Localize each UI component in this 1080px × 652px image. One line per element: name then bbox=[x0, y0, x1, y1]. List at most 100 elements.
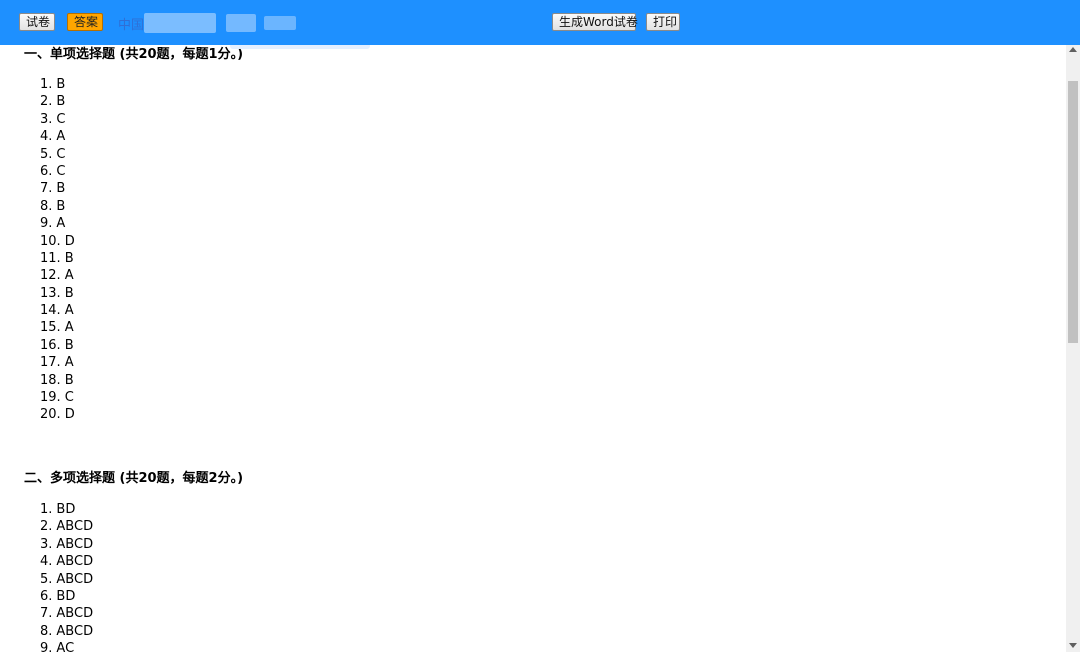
answer-value: ABCD bbox=[56, 606, 94, 622]
answer-number: 3. bbox=[40, 536, 53, 552]
answer-number: 6. bbox=[40, 588, 53, 604]
answer-value: B bbox=[56, 198, 66, 214]
answer-value: A bbox=[56, 129, 66, 145]
multiple-choice-answer-list: 1. BD 2. ABCD 3. ABCD 4. ABCD 5. ABCD 6. BD 7. ABCD 8.… bbox=[40, 501, 93, 652]
answer-item: 16. B bbox=[40, 337, 75, 354]
answer-number: 20. bbox=[40, 407, 61, 423]
scroll-down-arrow-icon[interactable] bbox=[1069, 643, 1077, 648]
answer-number: 8. bbox=[40, 623, 53, 639]
answer-number: 2. bbox=[40, 519, 53, 535]
answer-value: A bbox=[64, 268, 74, 284]
exam-title: 中国 bbox=[118, 18, 145, 33]
answer-value: A bbox=[64, 320, 74, 336]
answer-value: ABCD bbox=[56, 623, 94, 639]
answer-value: D bbox=[64, 407, 75, 423]
paper-button[interactable]: 试卷 bbox=[19, 13, 55, 31]
answer-number: 9. bbox=[40, 641, 53, 652]
answer-item: 10. D bbox=[40, 233, 75, 250]
redacted-title-block bbox=[226, 14, 256, 32]
answer-number: 7. bbox=[40, 181, 53, 197]
answer-item: 13. B bbox=[40, 285, 75, 302]
answer-item: 20. D bbox=[40, 406, 75, 423]
answer-item: 2. B bbox=[40, 93, 75, 110]
answer-item: 17. A bbox=[40, 354, 75, 371]
answer-item: 8. B bbox=[40, 198, 75, 215]
answer-number: 7. bbox=[40, 606, 53, 622]
browser-page: 一、单项选择题 (共20题，每题1分。) 1. B 2. B 3. C 4. A 5. C 6. C 7… bbox=[0, 0, 1080, 652]
section-title-multiple-choice: 二、多项选择题 (共20题，每题2分。) bbox=[24, 471, 244, 486]
answer-number: 11. bbox=[40, 250, 61, 266]
answer-number: 10. bbox=[40, 233, 61, 249]
answer-item: 18. B bbox=[40, 372, 75, 389]
answer-number: 13. bbox=[40, 285, 61, 301]
answer-item: 11. B bbox=[40, 250, 75, 267]
answer-value: ABCD bbox=[56, 536, 94, 552]
answer-item: 6. C bbox=[40, 163, 75, 180]
print-button[interactable]: 打印 bbox=[646, 13, 680, 31]
answer-item: 9. A bbox=[40, 215, 75, 232]
answer-value: B bbox=[56, 94, 66, 110]
answer-button[interactable]: 答案 bbox=[67, 13, 103, 31]
generate-word-button[interactable]: 生成Word试卷 bbox=[552, 13, 638, 31]
answer-value: C bbox=[56, 146, 66, 162]
answer-number: 19. bbox=[40, 390, 61, 406]
top-toolbar: 试卷 答案 中国 生成Word试卷 打印 bbox=[0, 0, 1080, 45]
answer-number: 6. bbox=[40, 163, 53, 179]
answer-number: 8. bbox=[40, 198, 53, 214]
answer-value: A bbox=[64, 303, 74, 319]
answer-value: BD bbox=[56, 588, 76, 604]
redacted-title-block bbox=[264, 16, 296, 30]
answer-item: 14. A bbox=[40, 302, 75, 319]
answer-item: 1. BD bbox=[40, 501, 93, 518]
answer-value: BD bbox=[56, 502, 76, 517]
answer-number: 5. bbox=[40, 146, 53, 162]
answer-item: 8. ABCD bbox=[40, 623, 93, 640]
redacted-title-block bbox=[144, 13, 216, 33]
section-title-single-choice: 一、单项选择题 (共20题，每题1分。) bbox=[24, 47, 244, 62]
answer-document: 一、单项选择题 (共20题，每题1分。) 1. B 2. B 3. C 4. A 5. C 6. C 7… bbox=[0, 0, 1066, 652]
scroll-thumb[interactable] bbox=[1068, 81, 1078, 343]
answer-value: AC bbox=[56, 641, 75, 652]
answer-item: 15. A bbox=[40, 319, 75, 336]
answer-value: ABCD bbox=[56, 571, 94, 587]
answer-number: 4. bbox=[40, 129, 53, 145]
answer-value: A bbox=[64, 355, 74, 371]
answer-value: D bbox=[64, 233, 75, 249]
answer-number: 1. bbox=[40, 77, 53, 92]
answer-item: 6. BD bbox=[40, 588, 93, 605]
answer-number: 5. bbox=[40, 571, 53, 587]
answer-number: 14. bbox=[40, 303, 61, 319]
answer-value: C bbox=[64, 390, 74, 406]
answer-value: A bbox=[56, 216, 66, 232]
answer-value: B bbox=[56, 181, 66, 197]
answer-value: C bbox=[56, 163, 66, 179]
vertical-scrollbar[interactable] bbox=[1066, 45, 1080, 652]
answer-number: 2. bbox=[40, 94, 53, 110]
answer-item: 3. ABCD bbox=[40, 536, 93, 553]
answer-item: 12. A bbox=[40, 267, 75, 284]
answer-number: 12. bbox=[40, 268, 61, 284]
answer-number: 15. bbox=[40, 320, 61, 336]
scroll-up-arrow-icon[interactable] bbox=[1069, 47, 1077, 52]
answer-number: 18. bbox=[40, 372, 61, 388]
answer-number: 9. bbox=[40, 216, 53, 232]
answer-item: 2. ABCD bbox=[40, 518, 93, 535]
answer-item: 4. A bbox=[40, 128, 75, 145]
answer-item: 4. ABCD bbox=[40, 553, 93, 570]
answer-item: 5. ABCD bbox=[40, 571, 93, 588]
single-choice-answer-list: 1. B 2. B 3. C 4. A 5. C 6. C 7. B 8. B 9. A 10. D 11. B 12. A 1… bbox=[40, 76, 75, 424]
answer-item: 1. B bbox=[40, 76, 75, 93]
answer-value: B bbox=[64, 250, 74, 266]
answer-value: B bbox=[64, 372, 74, 388]
answer-value: ABCD bbox=[56, 554, 94, 570]
answer-item: 9. AC bbox=[40, 640, 93, 652]
answer-number: 1. bbox=[40, 502, 53, 517]
answer-item: 5. C bbox=[40, 146, 75, 163]
answer-value: B bbox=[56, 77, 66, 92]
answer-number: 17. bbox=[40, 355, 61, 371]
answer-item: 19. C bbox=[40, 389, 75, 406]
answer-item: 7. B bbox=[40, 180, 75, 197]
answer-item: 7. ABCD bbox=[40, 605, 93, 622]
answer-item: 3. C bbox=[40, 111, 75, 128]
answer-value: B bbox=[64, 285, 74, 301]
